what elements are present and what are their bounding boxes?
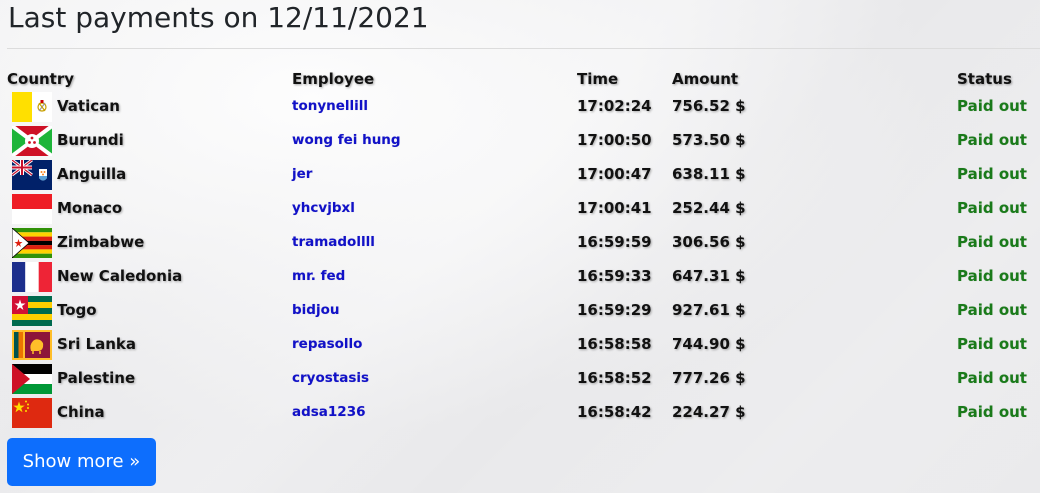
payment-time: 16:58:58 xyxy=(577,335,652,353)
payment-time: 17:00:50 xyxy=(577,131,652,149)
status-badge: Paid out xyxy=(957,403,1027,421)
header-status: Status xyxy=(957,70,1012,88)
table-row: Sri Lanka repasollo 16:58:58 744.90 $ Pa… xyxy=(0,328,1040,362)
status-badge: Paid out xyxy=(957,165,1027,183)
employee-link[interactable]: adsa1236 xyxy=(292,404,366,420)
country-name: Monaco xyxy=(57,199,123,217)
employee-link[interactable]: cryostasis xyxy=(292,370,369,386)
status-badge: Paid out xyxy=(957,335,1027,353)
employee-link[interactable]: tramadollll xyxy=(292,234,375,250)
table-row: China adsa1236 16:58:42 224.27 $ Paid ou… xyxy=(0,396,1040,430)
payment-time: 16:59:33 xyxy=(577,267,652,285)
header-country: Country xyxy=(7,70,75,88)
country-name: Zimbabwe xyxy=(57,233,145,251)
table-row: Vatican tonynellill 17:02:24 756.52 $ Pa… xyxy=(0,90,1040,124)
palestine-flag-icon xyxy=(12,364,52,394)
payment-amount: 647.31 $ xyxy=(672,267,746,285)
payment-amount: 927.61 $ xyxy=(672,301,746,319)
payment-time: 16:58:52 xyxy=(577,369,652,387)
country-name: Vatican xyxy=(57,97,120,115)
togo-flag-icon xyxy=(12,296,52,326)
page-title: Last payments on 12/11/2021 xyxy=(8,1,429,34)
table-row: New Caledonia mr. fed 16:59:33 647.31 $ … xyxy=(0,260,1040,294)
payment-time: 16:59:59 xyxy=(577,233,652,251)
payment-amount: 573.50 $ xyxy=(672,131,746,149)
sri-lanka-flag-icon xyxy=(12,330,52,360)
payments-page: Last payments on 12/11/2021 Country Empl… xyxy=(0,0,1040,493)
table-row: Burundi wong fei hung 17:00:50 573.50 $ … xyxy=(0,124,1040,158)
country-name: China xyxy=(57,403,105,421)
status-badge: Paid out xyxy=(957,233,1027,251)
table-row: Anguilla jer 17:00:47 638.11 $ Paid out xyxy=(0,158,1040,192)
payment-time: 17:00:41 xyxy=(577,199,652,217)
new-caledonia-flag-icon xyxy=(12,262,52,292)
vatican-flag-icon xyxy=(12,92,52,122)
table-row: Zimbabwe tramadollll 16:59:59 306.56 $ P… xyxy=(0,226,1040,260)
payment-time: 16:58:42 xyxy=(577,403,652,421)
china-flag-icon xyxy=(12,398,52,428)
status-badge: Paid out xyxy=(957,97,1027,115)
monaco-flag-icon xyxy=(12,194,52,224)
country-name: Palestine xyxy=(57,369,136,387)
country-name: Anguilla xyxy=(57,165,127,183)
anguilla-flag-icon xyxy=(12,160,52,190)
zimbabwe-flag-icon xyxy=(12,228,52,258)
country-name: New Caledonia xyxy=(57,267,183,285)
show-more-button[interactable]: Show more » xyxy=(7,438,156,486)
payment-amount: 252.44 $ xyxy=(672,199,746,217)
employee-link[interactable]: wong fei hung xyxy=(292,132,401,148)
payment-amount: 224.27 $ xyxy=(672,403,746,421)
status-badge: Paid out xyxy=(957,301,1027,319)
payment-amount: 777.26 $ xyxy=(672,369,746,387)
employee-link[interactable]: tonynellill xyxy=(292,98,368,114)
status-badge: Paid out xyxy=(957,267,1027,285)
employee-link[interactable]: bidjou xyxy=(292,302,339,318)
payment-time: 16:59:29 xyxy=(577,301,652,319)
payment-amount: 756.52 $ xyxy=(672,97,746,115)
employee-link[interactable]: jer xyxy=(292,166,312,182)
employee-link[interactable]: mr. fed xyxy=(292,268,345,284)
payment-time: 17:00:47 xyxy=(577,165,652,183)
status-badge: Paid out xyxy=(957,199,1027,217)
header-employee: Employee xyxy=(292,70,375,88)
country-name: Sri Lanka xyxy=(57,335,137,353)
status-badge: Paid out xyxy=(957,369,1027,387)
table-row: Togo bidjou 16:59:29 927.61 $ Paid out xyxy=(0,294,1040,328)
country-name: Togo xyxy=(57,301,97,319)
payment-amount: 744.90 $ xyxy=(672,335,746,353)
country-name: Burundi xyxy=(57,131,124,149)
table-row: Monaco yhcvjbxl 17:00:41 252.44 $ Paid o… xyxy=(0,192,1040,226)
status-badge: Paid out xyxy=(957,131,1027,149)
payment-amount: 638.11 $ xyxy=(672,165,746,183)
employee-link[interactable]: yhcvjbxl xyxy=(292,200,355,216)
payment-time: 17:02:24 xyxy=(577,97,652,115)
header-amount: Amount xyxy=(672,70,739,88)
table-row: Palestine cryostasis 16:58:52 777.26 $ P… xyxy=(0,362,1040,396)
payment-amount: 306.56 $ xyxy=(672,233,746,251)
header-time: Time xyxy=(577,70,619,88)
title-divider xyxy=(7,48,1040,49)
burundi-flag-icon xyxy=(12,126,52,156)
employee-link[interactable]: repasollo xyxy=(292,336,362,352)
